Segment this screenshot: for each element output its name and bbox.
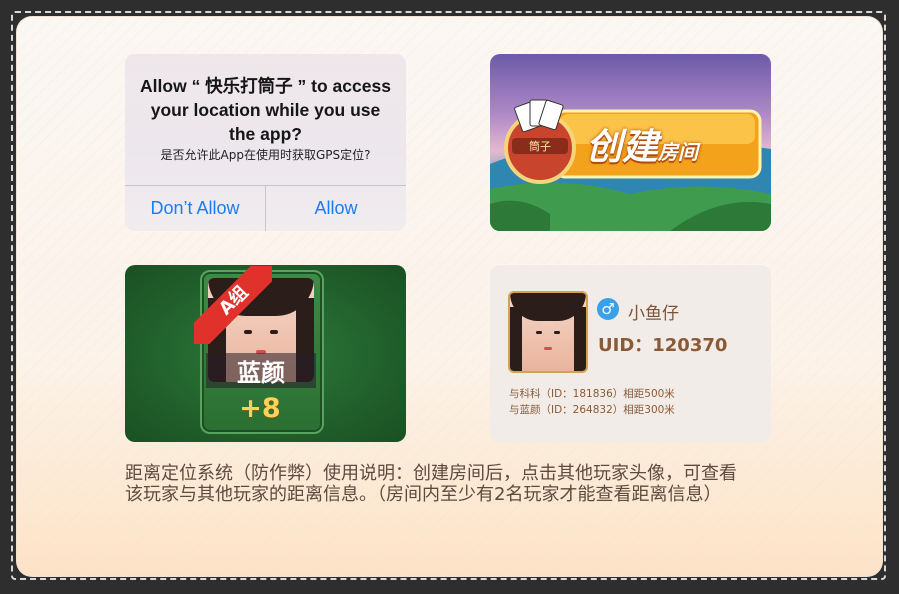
group-tag: A组: [194, 266, 272, 344]
instruction-text: 距离定位系统（防作弊）使用说明：创建房间后，点击其他玩家头像，可查看 该玩家与其…: [125, 463, 825, 505]
room-label: 房间: [658, 140, 699, 164]
distance-info: 与蓝颜（ID：264832）相距300米: [509, 404, 675, 416]
alert-message: 是否允许此App在使用时获取GPS定位?: [160, 148, 371, 162]
location-permission-alert: Allow “ 快乐打筒子 ” to access your location …: [125, 54, 406, 231]
instruction-line: 距离定位系统（防作弊）使用说明：创建房间后，点击其他玩家头像，可查看: [125, 463, 737, 484]
room-badge-text: 筒子: [529, 139, 551, 153]
avatar[interactable]: [508, 291, 588, 373]
male-gender-icon: ♂: [597, 298, 619, 320]
user-name: 小鱼仔: [628, 304, 679, 324]
dont-allow-button[interactable]: Don’t Allow: [125, 186, 265, 231]
alert-button-row: Don’t Allow Allow: [125, 185, 406, 231]
user-uid: UID：120370: [598, 335, 728, 356]
player-name: 蓝颜: [206, 353, 316, 388]
create-label: 创建: [586, 127, 659, 168]
distance-info: 与科科（ID：181836）相距500米: [509, 388, 675, 400]
alert-title: Allow “ 快乐打筒子 ” to access your location …: [140, 76, 391, 144]
group-label: A组: [194, 266, 272, 344]
player-score: +8: [239, 393, 281, 424]
create-room-label[interactable]: 创建房间: [586, 118, 698, 170]
allow-button[interactable]: Allow: [265, 186, 406, 231]
instruction-line: 该玩家与其他玩家的距离信息。（房间内至少有2名玩家才能查看距离信息）: [125, 484, 722, 505]
